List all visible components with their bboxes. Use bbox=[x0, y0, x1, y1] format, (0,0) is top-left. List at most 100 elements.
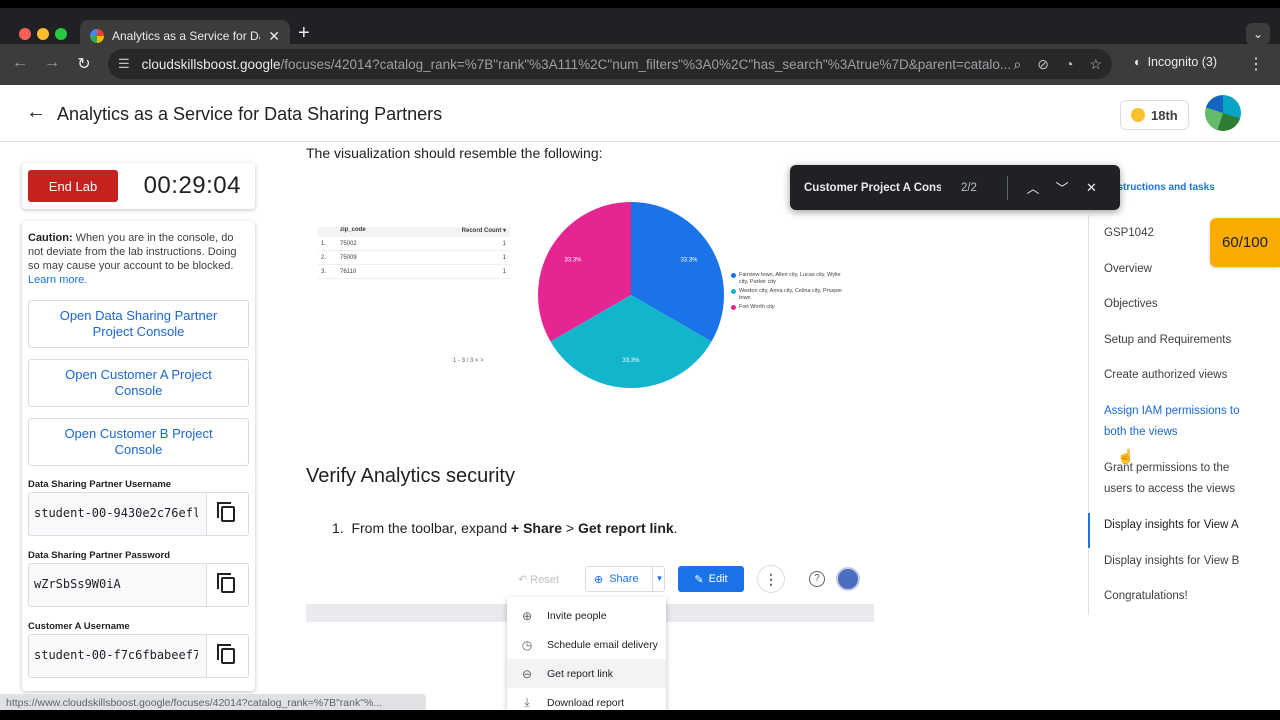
toc-item-insights-view-b[interactable]: Display insights for View B bbox=[1104, 551, 1254, 572]
field-label: Customer A Username bbox=[28, 621, 130, 632]
toc-item-congratulations[interactable]: Congratulations! bbox=[1104, 586, 1254, 607]
person-add-icon: ⊕ bbox=[594, 573, 604, 586]
toc-active-indicator bbox=[1088, 513, 1090, 548]
close-window-button[interactable] bbox=[19, 28, 31, 40]
share-menu-screenshot: ⊕ Invite people ◷ Schedule email delivery … bbox=[507, 597, 666, 710]
field-value[interactable]: student-00-f7c6fbabeef7 bbox=[34, 648, 198, 662]
field-value[interactable]: student-00-9430e2c76efl bbox=[34, 506, 198, 520]
points-label: 18th bbox=[1151, 107, 1178, 123]
partner-username-field: student-00-9430e2c76efl bbox=[28, 492, 249, 536]
back-arrow-icon[interactable]: ← bbox=[26, 101, 46, 124]
copy-button[interactable] bbox=[206, 564, 248, 606]
toc-item-authorized-views[interactable]: Create authorized views bbox=[1104, 365, 1254, 386]
profile-button[interactable]: ◐ Incognito (3) bbox=[1134, 55, 1217, 69]
help-icon: ? bbox=[809, 571, 825, 587]
open-customer-b-console-button[interactable]: Open Customer B Project Console bbox=[28, 418, 249, 466]
end-lab-button[interactable]: End Lab bbox=[28, 170, 118, 202]
menu-item-get-report-link: ⊖ Get report link bbox=[507, 659, 666, 688]
browser-menu-icon[interactable]: ⋮ bbox=[1248, 54, 1264, 74]
close-tab-icon[interactable]: ✕ bbox=[268, 28, 280, 45]
avatar[interactable] bbox=[1205, 95, 1241, 131]
maximize-window-button[interactable] bbox=[55, 28, 67, 40]
tab-strip: Analytics as a Service for Dat ✕ + ⌄ bbox=[0, 8, 1280, 52]
table-header: zip_code Record Count ▾ bbox=[318, 227, 510, 237]
link-icon: ⊖ bbox=[521, 666, 533, 681]
customer-a-username-field: student-00-f7c6fbabeef7 bbox=[28, 634, 249, 678]
find-bar: Customer Project A Console 2/2 ︿ ﹀ ✕ bbox=[790, 165, 1120, 210]
legend-label: Fairview town, Allen city, Lucas city, W… bbox=[739, 272, 841, 285]
coin-icon bbox=[1131, 108, 1145, 122]
incognito-icon: ◐ bbox=[1134, 55, 1142, 69]
pie-data-label: 33.3% bbox=[565, 258, 583, 264]
screen-top-edge bbox=[0, 0, 1280, 8]
find-match-count: 2/2 bbox=[960, 181, 977, 194]
find-in-page-icon[interactable]: ⌕ bbox=[1013, 56, 1021, 73]
address-bar[interactable]: ☰ cloudskillsboost.google/focuses/42014?… bbox=[108, 49, 1112, 79]
url-text: cloudskillsboost.google/focuses/42014?ca… bbox=[141, 56, 1012, 72]
tab-title: Analytics as a Service for Dat bbox=[112, 29, 261, 43]
download-icon: ⤓ bbox=[524, 695, 530, 709]
person-add-icon: ⊕ bbox=[521, 608, 533, 623]
legend-swatch bbox=[731, 273, 736, 278]
section-heading: Verify Analytics security bbox=[306, 465, 515, 487]
partner-password-field: wZrSbSs9W0iA bbox=[28, 563, 249, 607]
instruction-paragraph: The visualization should resemble the fo… bbox=[306, 145, 603, 161]
tab-search-button[interactable]: ⌄ bbox=[1246, 23, 1270, 45]
minimize-window-button[interactable] bbox=[37, 28, 49, 40]
copy-icon bbox=[216, 644, 235, 664]
open-partner-console-button[interactable]: Open Data Sharing Partner Project Consol… bbox=[28, 300, 249, 348]
more-icon: ⋮ bbox=[758, 566, 784, 592]
legend-swatch bbox=[731, 289, 736, 294]
lab-info-card: Caution: When you are in the console, do… bbox=[22, 221, 255, 691]
menu-item-schedule-email: ◷ Schedule email delivery bbox=[507, 630, 666, 659]
toc-item-objectives[interactable]: Objectives bbox=[1104, 294, 1254, 315]
toc-item-setup[interactable]: Setup and Requirements bbox=[1104, 330, 1254, 351]
toc-item-insights-view-a[interactable]: Display insights for View A bbox=[1104, 515, 1254, 536]
toc-item-assign-iam[interactable]: Assign IAM permissions to both the views bbox=[1104, 401, 1254, 443]
field-value[interactable]: wZrSbSs9W0iA bbox=[34, 577, 198, 591]
pie-data-label: 33.3% bbox=[622, 358, 640, 364]
screen-bottom-edge bbox=[0, 710, 1280, 720]
page-title: Analytics as a Service for Data Sharing … bbox=[57, 104, 443, 124]
learn-more-link[interactable]: Learn more. bbox=[28, 273, 250, 287]
page-header: ← Analytics as a Service for Data Sharin… bbox=[0, 85, 1280, 142]
table-row: 1. 75002 1 bbox=[318, 237, 510, 251]
site-info-icon[interactable]: ☰ bbox=[118, 56, 130, 72]
bookmark-star-icon[interactable]: ☆ bbox=[1089, 56, 1102, 73]
legend-label: Weston city, Anna city, Celina city, Pro… bbox=[739, 288, 843, 301]
find-divider bbox=[1007, 175, 1009, 200]
toc-list: GSP1042 Overview Objectives Setup and Re… bbox=[1088, 215, 1280, 615]
find-input[interactable]: Customer Project A Console bbox=[804, 182, 941, 194]
mouse-cursor-icon: ☝ bbox=[1117, 448, 1135, 464]
share-caret-icon: ▼ bbox=[652, 566, 666, 592]
pencil-icon: ✎ bbox=[694, 573, 704, 586]
copy-button[interactable] bbox=[206, 635, 248, 677]
find-next-icon[interactable]: ﹀ bbox=[1048, 178, 1077, 197]
field-label: Data Sharing Partner Username bbox=[28, 479, 172, 490]
legend-entry: Fairview town, Allen city, Lucas city, W… bbox=[731, 272, 843, 286]
edit-button: ✎ Edit bbox=[678, 566, 744, 592]
eye-off-icon[interactable]: ⊘ bbox=[1037, 56, 1049, 73]
back-icon[interactable]: ← bbox=[10, 54, 30, 72]
copy-button[interactable] bbox=[206, 493, 248, 535]
chart-legend: Fairview town, Allen city, Lucas city, W… bbox=[731, 272, 843, 313]
viz-table: zip_code Record Count ▾ 1. 75002 1 2. 75009… bbox=[318, 227, 510, 279]
legend-label: Fort Worth city bbox=[739, 304, 775, 310]
new-tab-button[interactable]: + bbox=[298, 22, 310, 45]
find-previous-icon[interactable]: ︿ bbox=[1018, 178, 1047, 197]
open-customer-a-console-button[interactable]: Open Customer A Project Console bbox=[28, 359, 249, 407]
points-badge[interactable]: 18th bbox=[1120, 100, 1189, 130]
copy-icon bbox=[216, 502, 235, 522]
legend-swatch bbox=[731, 305, 736, 310]
report-toolbar-screenshot: ↶ Reset ⊕ Share ▼ ✎ Edit ⋮ ? bbox=[306, 562, 874, 598]
menu-item-invite-people: ⊕ Invite people bbox=[507, 601, 666, 630]
performance-icon[interactable]: ◔ bbox=[1065, 56, 1073, 73]
forward-icon[interactable]: → bbox=[42, 54, 62, 72]
lab-control-panel: End Lab 00:29:04 Caution: When you are i… bbox=[0, 142, 270, 710]
table-row: 2. 75009 1 bbox=[318, 251, 510, 265]
find-close-icon[interactable]: ✕ bbox=[1077, 180, 1106, 196]
user-avatar-icon bbox=[836, 567, 860, 591]
lab-instructions: The visualization should resemble the fo… bbox=[306, 142, 1066, 710]
table-row: 3. 76110 1 bbox=[318, 265, 510, 279]
reload-icon[interactable]: ↻ bbox=[74, 54, 94, 74]
